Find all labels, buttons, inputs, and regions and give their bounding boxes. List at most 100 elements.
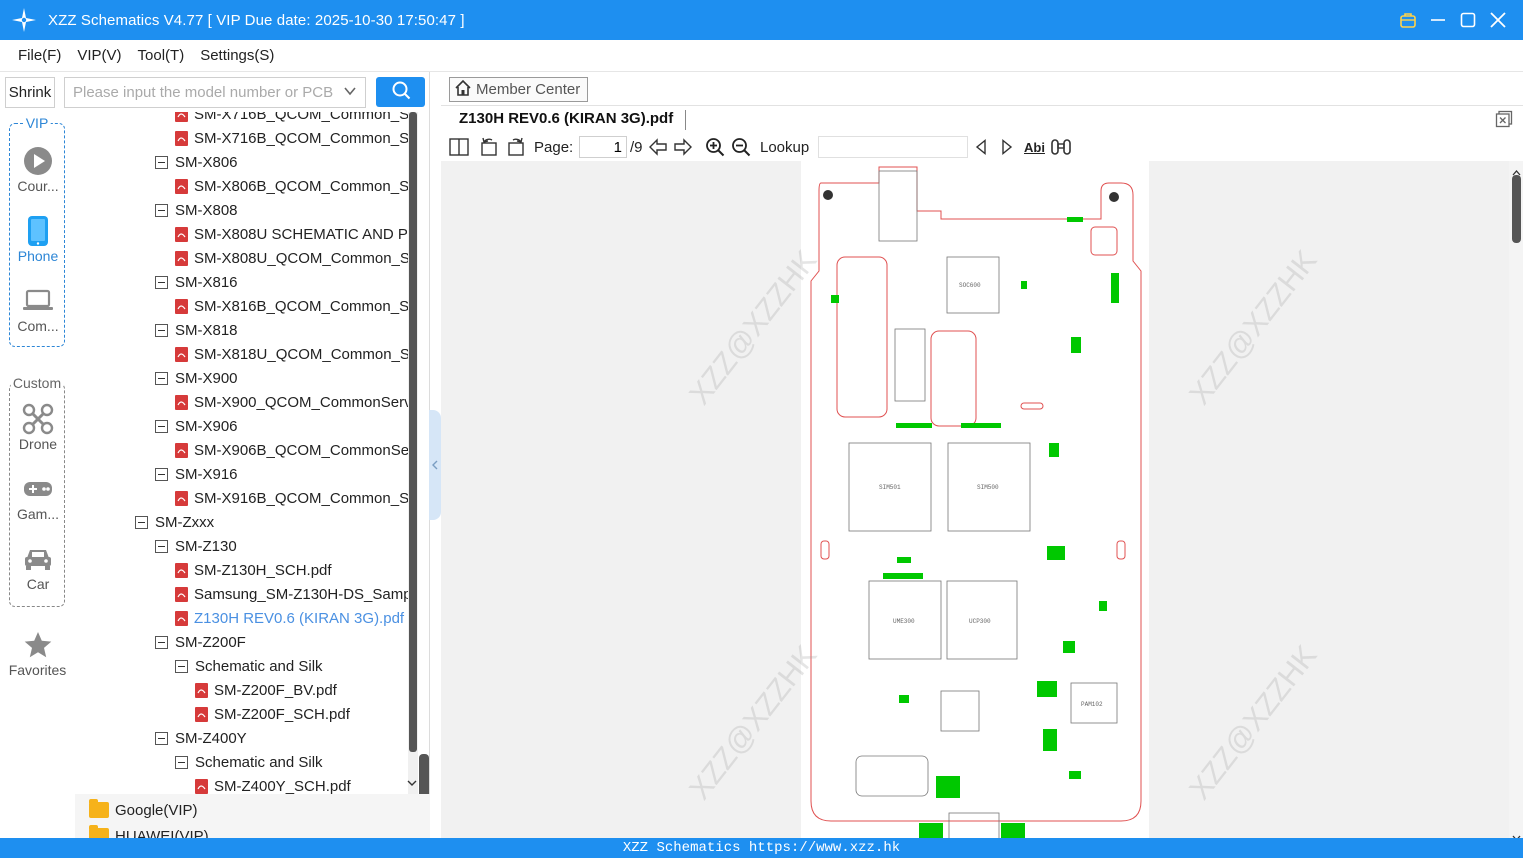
tree-file[interactable]: SM-X808U SCHEMATIC AND PC [175,222,408,246]
tree-file[interactable]: SM-X916B_QCOM_Common_Se [175,486,408,510]
collapse-icon [155,203,168,217]
tree-file[interactable]: SM-X716B_QCOM_Common_Se [175,126,408,150]
previous-page-icon[interactable] [647,136,669,158]
menu-settings[interactable]: Settings(S) [200,47,274,64]
tree-folder[interactable]: SM-X808 [155,198,238,222]
tree-file[interactable]: SM-X818U_QCOM_Common_Se [175,342,408,366]
search-input[interactable] [65,78,335,107]
tree-scroll-thumb[interactable] [409,112,417,752]
tree-folder[interactable]: SM-Z200F [155,630,246,654]
member-center-button[interactable]: Member Center [449,77,588,102]
search-box [64,77,366,108]
category-label: Phone [17,248,59,264]
tree-file[interactable]: SM-X816B_QCOM_Common_Se [175,294,408,318]
lookup-input[interactable] [818,136,968,158]
tree-folder[interactable]: SM-Z400Y [155,726,247,750]
menu-tool[interactable]: Tool(T) [138,47,185,64]
pdf-file-icon [175,442,188,458]
zoom-in-icon[interactable] [704,136,726,158]
close-button[interactable] [1483,0,1513,40]
category-gaming[interactable]: Gam... [10,472,66,522]
viewer-scrollbar[interactable] [1509,161,1523,841]
tree-item-label: SM-X900_QCOM_CommonServi [194,393,408,411]
chevron-down-icon[interactable] [407,779,417,790]
search-button[interactable] [376,77,425,107]
tree-file[interactable]: SM-X900_QCOM_CommonServi [175,390,408,414]
pcb-label-pam102: PAM102 [1081,701,1103,708]
page-number-input[interactable] [579,136,627,158]
pcb-board-drawing: SOC600 SIM501 SIM500 UME300 UCP300 PAM10… [810,166,1142,838]
find-next-icon[interactable] [998,136,1016,158]
binoculars-icon[interactable] [1050,136,1072,158]
tree-item-label: SM-X900 [175,369,238,387]
tree-file[interactable]: SM-X906B_QCOM_CommonSer [175,438,408,462]
tree-item-label: SM-X916 [175,465,238,483]
find-previous-icon[interactable] [972,136,990,158]
viewer-scroll-thumb[interactable] [1512,175,1521,243]
chevron-down-icon[interactable] [343,84,357,102]
tree-file[interactable]: SM-Z130H_SCH.pdf [175,558,332,582]
tree-item-label: Z130H REV0.6 (KIRAN 3G).pdf [194,609,405,627]
tree-item-label: SM-Zxxx [155,513,215,531]
category-phone[interactable]: Phone [10,214,66,264]
tree-item-label: SM-X716B_QCOM_Common_Se [194,112,408,123]
tree-file[interactable]: SM-Z400Y_SCH.pdf [195,774,351,794]
favorites-button[interactable]: Favorites [0,628,75,678]
tree-folder[interactable]: SM-Zxxx [135,510,214,534]
collapse-panel-button[interactable] [429,410,441,520]
title-bar: XZZ Schematics V4.77 [ VIP Due date: 202… [0,0,1523,40]
category-car[interactable]: Car [10,542,66,592]
pdf-file-icon [175,250,188,266]
tree-folder[interactable]: Schematic and Silk [175,750,323,774]
tree-folder[interactable]: SM-X900 [155,366,238,390]
tree-folder[interactable]: SM-Z130 [155,534,237,558]
next-page-icon[interactable] [672,136,694,158]
pcb-label-ume300: UME300 [893,618,915,625]
document-tabs: Z130H REV0.6 (KIRAN 3G).pdf [441,106,1523,132]
car-icon [10,542,66,576]
tree-item-label: SM-X808 [175,201,238,219]
tree-folder[interactable]: SM-X816 [155,270,238,294]
menu-vip[interactable]: VIP(V) [77,47,121,64]
category-computer[interactable]: Com... [10,284,66,334]
rotate-right-icon[interactable] [505,136,527,158]
shrink-button[interactable]: Shrink [5,77,55,108]
category-drone[interactable]: Drone [10,402,66,452]
tree-file[interactable]: SM-X808U_QCOM_Common_Se [175,246,408,270]
match-case-icon[interactable]: Abi [1024,136,1045,158]
folder-label: Google(VIP) [115,801,198,819]
tree-folder[interactable]: SM-X818 [155,318,238,342]
pdf-page[interactable]: SOC600 SIM501 SIM500 UME300 UCP300 PAM10… [801,161,1149,838]
rotate-left-icon[interactable] [478,136,500,158]
tree-item-label: SM-X906B_QCOM_CommonSer [194,441,408,459]
zoom-out-icon[interactable] [730,136,752,158]
tree-file[interactable]: SM-Z200F_BV.pdf [195,678,337,702]
tree-folder[interactable]: SM-X906 [155,414,238,438]
pdf-file-icon [175,226,188,242]
tree-item-label: SM-X816B_QCOM_Common_Se [194,297,408,315]
tree-file[interactable]: Samsung_SM-Z130H-DS_Sampl [175,582,408,606]
menu-file[interactable]: File(F) [18,47,61,64]
document-tab[interactable]: Z130H REV0.6 (KIRAN 3G).pdf [459,110,673,127]
folder-google[interactable]: Google(VIP) [89,797,198,823]
bag-icon[interactable] [1393,0,1423,40]
tree-folder[interactable]: Schematic and Silk [175,654,323,678]
category-courses[interactable]: Cour... [10,144,66,194]
minimize-button[interactable] [1423,0,1453,40]
tree-folder[interactable]: SM-X916 [155,462,238,486]
tree-file[interactable]: SM-X716B_QCOM_Common_Se [175,112,408,126]
tree-scrollbar[interactable] [408,112,418,794]
maximize-button[interactable] [1453,0,1483,40]
pdf-viewport[interactable]: SOC600 SIM501 SIM500 UME300 UCP300 PAM10… [441,161,1509,838]
folder-huawei[interactable]: HUAWEI(VIP) [89,823,209,838]
sidebar-toggle-icon[interactable] [448,136,470,158]
close-tab-icon[interactable] [1495,110,1513,132]
tree-file[interactable]: SM-Z200F_SCH.pdf [195,702,350,726]
pdf-file-icon [175,178,188,194]
home-icon [454,79,472,101]
tree-item-label: SM-X716B_QCOM_Common_Se [194,129,408,147]
tree-item-label: SM-X808U_QCOM_Common_Se [194,249,408,267]
tree-file[interactable]: Z130H REV0.6 (KIRAN 3G).pdf [175,606,404,630]
tree-file[interactable]: SM-X806B_QCOM_Common_Se [175,174,408,198]
tree-folder[interactable]: SM-X806 [155,150,238,174]
